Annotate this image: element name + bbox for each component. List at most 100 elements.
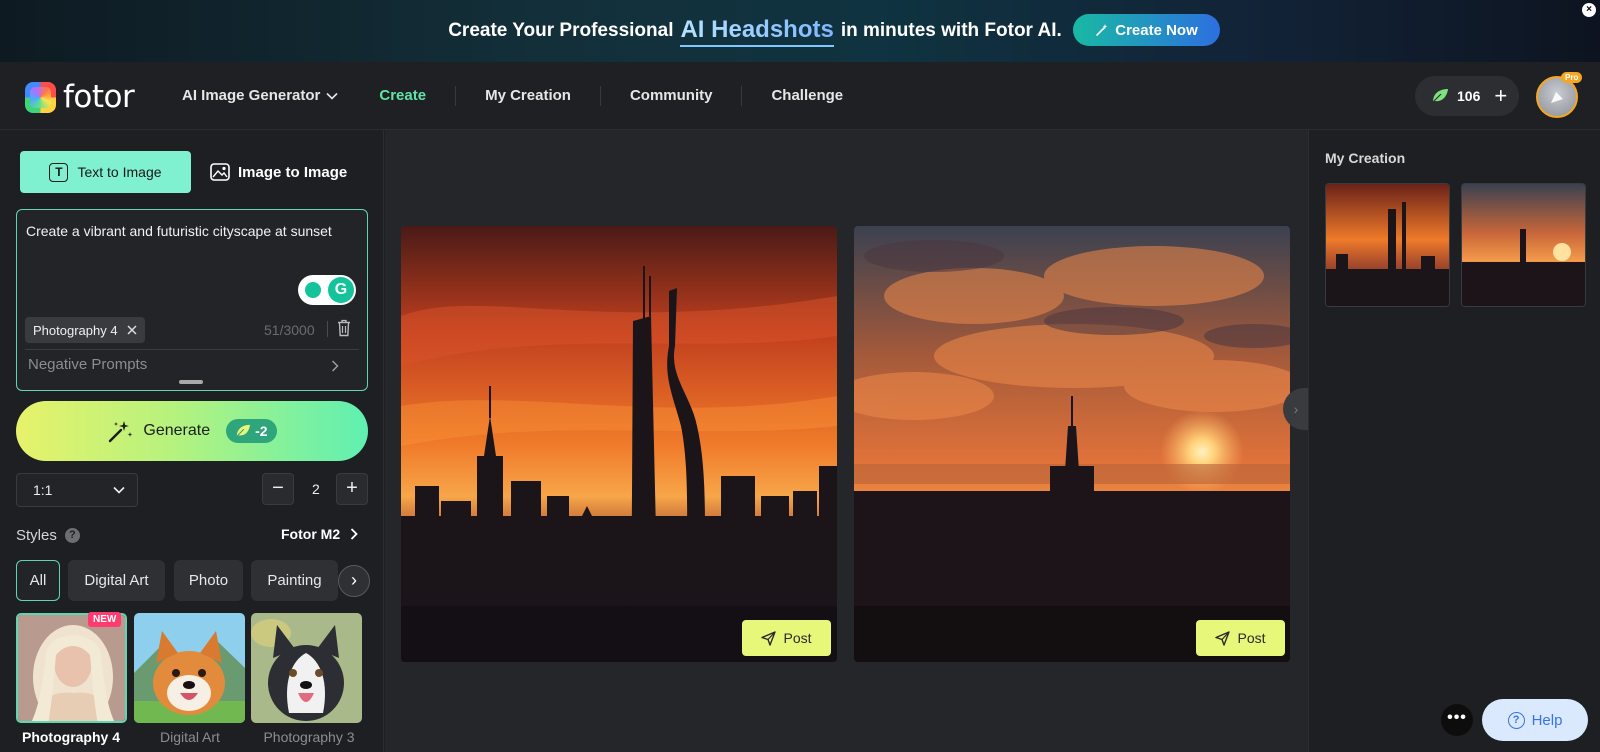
- tab-image-to-image[interactable]: Image to Image: [210, 151, 347, 193]
- promo-banner: Create Your Professional AI Headshots in…: [0, 0, 1600, 62]
- resize-handle[interactable]: [179, 380, 203, 384]
- tab-image-to-image-label: Image to Image: [238, 163, 348, 181]
- style-card-photography-3[interactable]: [251, 613, 362, 723]
- my-creation-title: My Creation: [1325, 150, 1406, 166]
- style-card-digital-art[interactable]: [134, 613, 245, 723]
- more-options-button[interactable]: •••: [1441, 704, 1473, 736]
- help-icon[interactable]: ?: [64, 528, 80, 543]
- send-icon: [761, 630, 777, 646]
- post-button[interactable]: Post: [1196, 620, 1285, 656]
- aspect-ratio-select[interactable]: 1:1: [16, 473, 138, 507]
- my-creation-panel: My Creation: [1308, 130, 1600, 752]
- banner-text-before: Create Your Professional: [448, 20, 674, 41]
- credits-pill[interactable]: 106 +: [1415, 76, 1519, 116]
- pro-badge: Pro: [1561, 72, 1583, 83]
- generated-image-1[interactable]: [401, 226, 837, 662]
- chevron-down-icon: [113, 486, 125, 494]
- chevron-down-icon: [326, 92, 338, 100]
- creation-thumbnail-image: [1326, 184, 1449, 306]
- create-now-button[interactable]: Create Now: [1073, 14, 1220, 46]
- chevron-right-icon: [350, 528, 358, 540]
- credits-count: 106: [1457, 88, 1481, 104]
- aspect-ratio-value: 1:1: [33, 482, 53, 498]
- style-card-photography-4[interactable]: [16, 613, 127, 723]
- style-thumbnail-shiba-dog: [134, 613, 245, 723]
- prompt-textarea[interactable]: Create a vibrant and futuristic cityscap…: [26, 220, 346, 242]
- style-card-name: Photography 4: [21, 729, 120, 745]
- grammarly-icon: G: [328, 277, 354, 303]
- banner-close-button[interactable]: ×: [1582, 3, 1596, 17]
- add-credits-button[interactable]: +: [1494, 83, 1507, 109]
- quantity-value: 2: [312, 481, 320, 497]
- generator-panel: T Text to Image Image to Image Create a …: [0, 130, 384, 752]
- results-area: Post Post: [385, 130, 1308, 752]
- prompt-input-box[interactable]: Create a vibrant and futuristic cityscap…: [16, 209, 368, 391]
- style-filter-painting[interactable]: Painting: [251, 560, 338, 601]
- leaf-icon: [1432, 89, 1448, 103]
- leaf-icon: [236, 424, 251, 437]
- pen-nib-icon: [1551, 92, 1563, 103]
- sunset-clouds-city-image: [854, 226, 1290, 662]
- generate-button[interactable]: Generate -2: [16, 401, 368, 461]
- magic-wand-icon: [1096, 24, 1108, 36]
- banner-highlight: AI Headshots: [680, 16, 834, 47]
- main-nav: AI Image Generator Create My Creation Co…: [182, 62, 872, 130]
- top-navbar: fotor AI Image Generator Create My Creat…: [0, 62, 1600, 130]
- style-thumbnail-husky-dog: [251, 613, 362, 723]
- image-icon: [210, 163, 230, 181]
- quantity-increment-button[interactable]: +: [336, 473, 368, 505]
- negative-prompts-toggle[interactable]: Negative Prompts: [28, 356, 147, 373]
- filter-scroll-right-button[interactable]: ›: [338, 565, 370, 597]
- post-label: Post: [783, 630, 812, 646]
- grammarly-widget[interactable]: G: [298, 275, 356, 305]
- creation-thumbnail[interactable]: [1461, 183, 1586, 307]
- create-now-label: Create Now: [1115, 21, 1198, 39]
- model-select[interactable]: Fotor M2: [281, 526, 358, 542]
- styles-heading: Styles ?: [16, 527, 80, 544]
- generate-label: Generate: [143, 422, 211, 439]
- grammarly-bulb-icon: [305, 282, 321, 298]
- post-button[interactable]: Post: [742, 620, 831, 656]
- creation-thumbnail[interactable]: [1325, 183, 1450, 307]
- style-card-name: Photography 3: [263, 729, 355, 745]
- send-icon: [1215, 630, 1231, 646]
- styles-label: Styles: [16, 527, 57, 544]
- tab-text-to-image[interactable]: T Text to Image: [20, 151, 191, 193]
- nav-dropdown-label: AI Image Generator: [182, 87, 321, 104]
- new-badge: NEW: [88, 612, 122, 627]
- generated-image-2[interactable]: [854, 226, 1290, 662]
- fotor-logo-icon: [25, 81, 56, 113]
- banner-headline: Create Your Professional AI Headshots in…: [448, 16, 1062, 47]
- divider: [327, 321, 328, 337]
- nav-create[interactable]: Create: [367, 86, 457, 106]
- model-name: Fotor M2: [281, 526, 341, 542]
- style-card-name: Digital Art: [160, 729, 220, 745]
- style-filter-all[interactable]: All: [16, 560, 60, 601]
- style-chip-label: Photography 4: [33, 322, 118, 338]
- style-filter-photo[interactable]: Photo: [174, 560, 243, 601]
- post-label: Post: [1237, 630, 1266, 646]
- text-icon: T: [49, 162, 69, 182]
- close-icon[interactable]: [127, 325, 137, 335]
- selected-style-chip[interactable]: Photography 4: [25, 317, 145, 343]
- character-count: 51/3000: [264, 322, 315, 338]
- style-filter-digital-art[interactable]: Digital Art: [68, 560, 165, 601]
- chevron-right-icon[interactable]: [331, 360, 339, 372]
- nav-challenge[interactable]: Challenge: [742, 86, 872, 106]
- fotor-logo[interactable]: fotor: [25, 79, 135, 115]
- help-button[interactable]: ? Help: [1482, 699, 1588, 741]
- creation-thumbnail-image: [1462, 184, 1585, 306]
- banner-text-after: in minutes with Fotor AI.: [840, 20, 1062, 41]
- tab-text-to-image-label: Text to Image: [77, 164, 162, 180]
- help-label: Help: [1531, 711, 1563, 729]
- logo-text: fotor: [63, 79, 135, 115]
- divider: [25, 349, 359, 350]
- style-thumbnail-portrait: [18, 615, 125, 721]
- trash-icon[interactable]: [337, 319, 351, 337]
- generate-cost-badge: -2: [226, 419, 277, 443]
- nav-ai-image-generator-dropdown[interactable]: AI Image Generator: [182, 86, 367, 106]
- quantity-decrement-button[interactable]: −: [262, 473, 294, 505]
- sunset-city-skyline-image: [401, 226, 837, 662]
- nav-community[interactable]: Community: [601, 86, 743, 106]
- nav-my-creation[interactable]: My Creation: [456, 86, 601, 106]
